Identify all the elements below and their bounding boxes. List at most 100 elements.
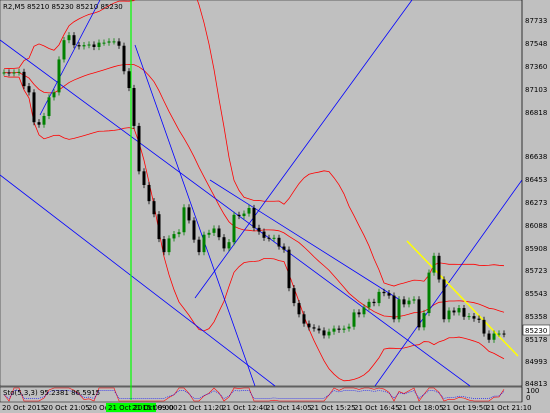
candle-body [102,42,106,44]
candle-body [12,72,16,74]
candle-body [347,326,351,329]
candle-body [172,234,176,239]
candle-body [22,71,26,87]
price-tick: 85723 [525,267,547,275]
time-tick: 21 Oct 21:10 [486,404,532,412]
candle-body [417,299,421,328]
time-tick: 21 Oct 19:50 [442,404,488,412]
candle-body [192,220,196,240]
price-tick: 85178 [525,336,547,344]
candle-body [317,328,321,331]
candle-body [327,331,331,336]
candle-body [62,40,66,60]
candle-body [432,255,436,273]
candle-body [77,45,81,47]
candle-body [452,310,456,313]
candle-body [117,41,121,46]
price-chart[interactable]: 87733 87548 87360 87103 86818 86638 8645… [0,0,550,413]
candle-body [87,44,91,46]
candle-body [492,333,496,340]
candle-body [302,314,306,324]
time-tick: 21 Oct 12:40 [222,404,268,412]
time-tick: 21 Oct 11:20 [178,404,224,412]
candle-body [487,333,491,340]
candle-body [402,299,406,305]
candle-body [262,231,266,238]
candle-body [167,238,171,253]
candle-body [142,171,146,185]
candle-body [162,239,166,253]
time-tick: 21 Oct 16:45 [354,404,400,412]
candle-body [157,214,161,240]
main-plot-area[interactable] [0,0,523,387]
candle-body [407,300,411,305]
candle-body [7,72,11,74]
candle-body [2,72,6,74]
candle-body [237,214,241,217]
candle-body [292,288,296,304]
price-tick: 87548 [525,40,547,48]
candle-body [17,71,21,73]
candle-body [232,214,236,243]
chart-window[interactable]: 87733 87548 87360 87103 86818 86638 8645… [0,0,550,413]
candle-body [312,327,316,329]
candle-body [322,330,326,336]
candle-body [227,242,231,249]
candle-body [27,86,31,93]
candle-body [207,232,211,235]
current-price-label: 85230 [525,327,547,335]
candle-body [397,299,401,320]
candle-body [307,323,311,328]
price-tick: 85358 [525,313,547,321]
candle-body [472,316,476,319]
candle-body [482,319,486,334]
candle-body [212,228,216,233]
indicator-scale-bottom: 0 [526,394,530,402]
candle-body [367,301,371,308]
candle-body [442,279,446,320]
candle-body [177,232,181,235]
candle-body [182,207,186,233]
time-tick: 20 Oct 21:05 [44,404,90,412]
candle-body [462,308,466,317]
candle-body [352,312,356,327]
candle-body [187,207,191,221]
candle-body [242,213,246,217]
candle-body [107,41,111,43]
candle-body [57,59,61,93]
candle-body [467,316,471,318]
candle-body [252,207,256,228]
candle-body [42,115,46,125]
time-tick: 21 Oct 18:05 [398,404,444,412]
chart-ohlc-label: 85210 85230 85210 85230 [27,3,123,11]
price-tick: 87103 [525,86,547,94]
candle-body [437,255,441,280]
candle-body [297,303,301,315]
candle-body [277,237,281,247]
price-tick: 84993 [525,358,547,366]
price-tick: 86638 [525,153,547,161]
candle-body [197,239,201,253]
indicator-label: Sto(5,3,3) 95.2381 86.5915 [3,389,100,397]
candle-body [362,307,366,315]
candle-body [202,234,206,253]
price-tick: 85543 [525,290,547,298]
candle-body [502,333,506,335]
candle-body [47,97,51,116]
candle-body [427,272,431,314]
candle-body [422,313,426,328]
price-tick: 86818 [525,109,547,117]
price-tick: 87733 [525,17,547,25]
candle-body [52,92,56,98]
candle-body [377,291,381,304]
candle-body [32,92,36,123]
candle-body [412,299,416,301]
candle-body [217,228,221,238]
candle-body [82,45,86,47]
price-tick: 86453 [525,176,547,184]
candle-body [387,293,391,296]
time-tick: 21 Oct 15:25 [310,404,356,412]
candle-body [497,333,501,335]
candle-body [152,201,156,215]
candle-body [37,122,41,125]
